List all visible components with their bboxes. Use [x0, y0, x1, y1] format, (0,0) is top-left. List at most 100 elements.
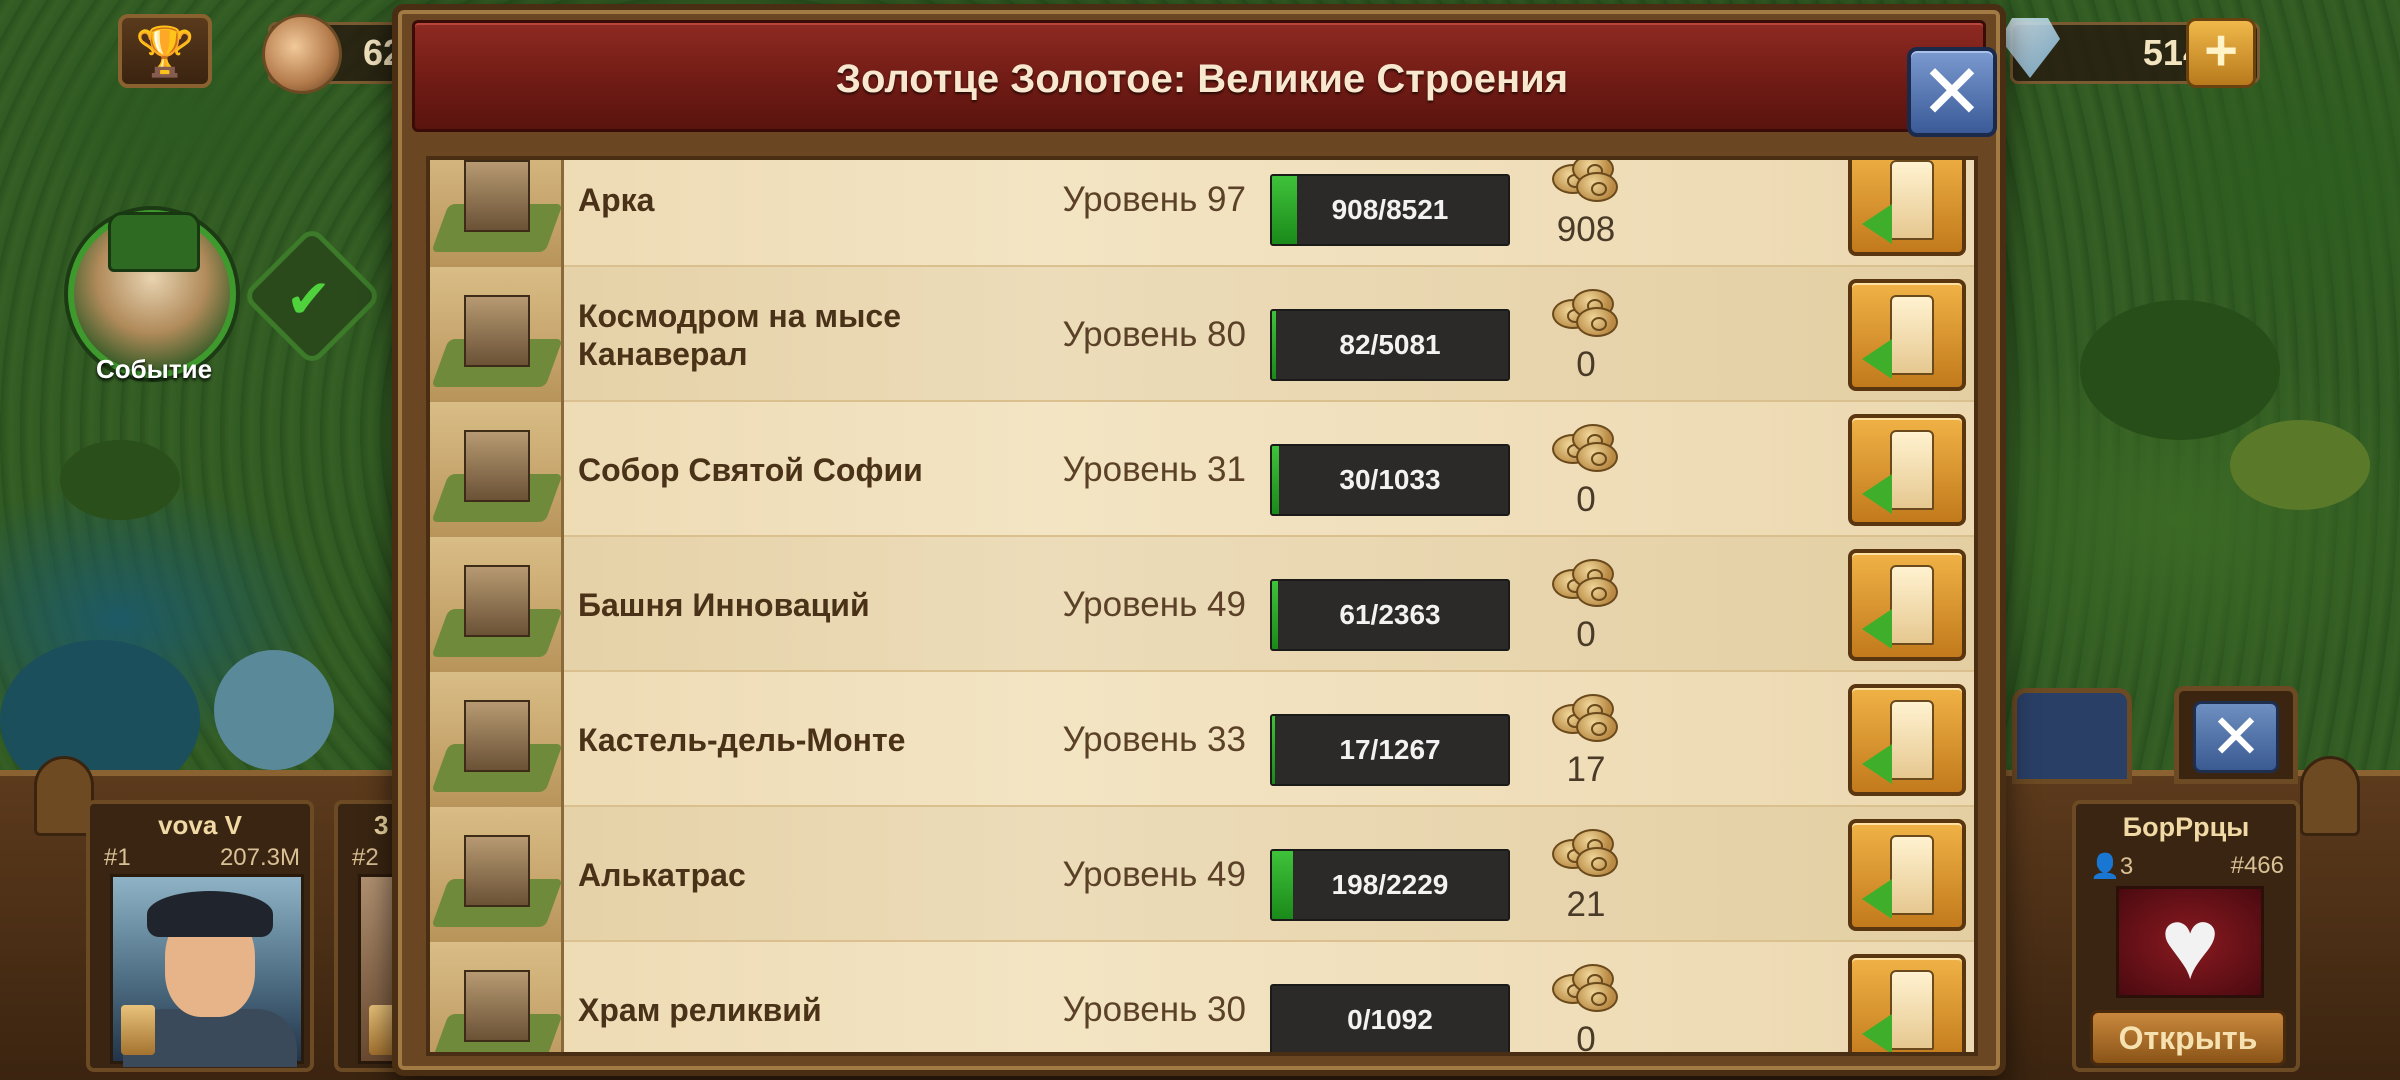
building-row: Храм реликвий Уровень 30 0/1092 0 — [430, 942, 1974, 1056]
arrow-left-icon — [1862, 204, 1892, 244]
guild-name: БорРрцы — [2122, 812, 2250, 842]
checkmark-icon: ✔ — [285, 269, 332, 330]
reward-value: 0 — [1576, 345, 1596, 384]
contribute-button[interactable] — [1848, 414, 1966, 526]
forge-points-coins-icon — [1550, 825, 1620, 877]
tower-icon — [1890, 835, 1934, 915]
heart-icon: ♥ — [2116, 886, 2264, 999]
tower-icon — [1890, 700, 1934, 780]
progress-text: 61/2363 — [1339, 599, 1441, 630]
close-icon: ✕ — [2193, 701, 2279, 773]
building-name: Космодром на мысе Канаверал — [578, 297, 901, 372]
guild-rank: #466 — [2230, 852, 2284, 879]
building-row: Арка Уровень 97 908/8521 908 — [430, 160, 1974, 267]
tower-icon — [1890, 430, 1934, 510]
building-icon — [464, 430, 530, 502]
ornament-left — [34, 756, 94, 836]
reward-value: 21 — [1566, 885, 1606, 924]
building-icon — [464, 835, 530, 907]
event-complete-badge[interactable]: ✔ — [241, 225, 383, 367]
building-thumbnail[interactable] — [430, 807, 564, 942]
arrow-left-icon — [1862, 474, 1892, 514]
close-panel-button[interactable]: ✕ — [2174, 686, 2298, 784]
contribute-button[interactable] — [1848, 160, 1966, 256]
contribute-button[interactable] — [1848, 819, 1966, 931]
building-name: Кастель-дель-Монте — [578, 721, 906, 758]
reward-value: 908 — [1556, 210, 1616, 249]
modal-title: Золотце Золотое: Великие Строения — [835, 57, 1569, 101]
open-button[interactable]: Открыть — [2090, 1010, 2286, 1066]
arrow-left-icon — [1862, 1014, 1892, 1052]
tower-icon — [1890, 565, 1934, 645]
building-row: Башня Инноваций Уровень 49 61/2363 0 — [430, 537, 1974, 672]
building-thumbnail[interactable] — [430, 267, 564, 402]
event-button[interactable] — [68, 210, 236, 378]
buy-diamonds-button[interactable]: + — [2186, 18, 2256, 88]
trophy-button[interactable]: 🏆 — [118, 14, 212, 88]
building-name: Башня Инноваций — [578, 586, 870, 623]
building-row: Собор Святой Софии Уровень 31 30/1033 0 — [430, 402, 1974, 537]
building-name: Храм реликвий — [578, 991, 822, 1028]
building-thumbnail[interactable] — [430, 942, 564, 1052]
forge-points-coins-icon — [1550, 555, 1620, 607]
player-avatar — [110, 874, 304, 1067]
reward-value: 0 — [1576, 615, 1596, 654]
tab-friends[interactable] — [2012, 688, 2132, 784]
building-thumbnail[interactable] — [430, 672, 564, 807]
forge-points-coins-icon — [1550, 960, 1620, 1012]
player-card-1[interactable]: vova V #1 207.3M — [86, 800, 314, 1072]
building-level: Уровень 49 — [1062, 854, 1246, 894]
trophy-icon: 🏆 — [135, 25, 195, 79]
reward-value: 0 — [1576, 480, 1596, 519]
arrow-left-icon — [1862, 609, 1892, 649]
map-tree-cluster — [2080, 300, 2280, 440]
building-thumbnail[interactable] — [430, 402, 564, 537]
reward-value: 0 — [1576, 1020, 1596, 1056]
close-button[interactable]: ✕ — [1907, 47, 1997, 137]
building-level: Уровень 33 — [1062, 719, 1246, 759]
player-name: vova V — [158, 810, 242, 840]
avatar-hat — [147, 891, 273, 937]
tower-icon — [1890, 295, 1934, 375]
progress-text: 17/1267 — [1339, 734, 1441, 765]
building-thumbnail[interactable] — [430, 537, 564, 672]
contribute-button[interactable] — [1848, 279, 1966, 391]
building-level: Уровень 97 — [1062, 179, 1246, 219]
event-character-hat-icon — [108, 212, 200, 272]
tower-icon — [1890, 970, 1934, 1050]
arrow-left-icon — [1862, 339, 1892, 379]
contribute-button[interactable] — [1848, 954, 1966, 1052]
forge-points-coins-icon — [1550, 285, 1620, 337]
great-building-icon — [121, 1005, 155, 1055]
progress-bar: 30/1033 — [1270, 444, 1510, 516]
progress-text: 82/5081 — [1339, 329, 1441, 360]
player-score: 207.3M — [219, 844, 300, 871]
progress-text: 0/1092 — [1347, 1004, 1433, 1035]
map-field — [2230, 420, 2370, 510]
building-thumbnail[interactable] — [430, 160, 564, 267]
close-icon: ✕ — [1920, 50, 1984, 135]
population-icon — [262, 14, 342, 94]
forge-points-coins-icon — [1550, 420, 1620, 472]
building-name: Алькатрас — [578, 856, 746, 893]
forge-points-coins-icon — [1550, 690, 1620, 742]
guild-members-count: 3 — [2119, 853, 2134, 880]
progress-bar: 82/5081 — [1270, 309, 1510, 381]
reward-value: 17 — [1566, 750, 1606, 789]
building-icon — [464, 565, 530, 637]
modal-header: Золотце Золотое: Великие Строения ✕ — [412, 20, 1997, 137]
building-icon — [464, 700, 530, 772]
guild-card[interactable]: БорРрцы 👤3 #466 ♥ Открыть — [2072, 800, 2300, 1072]
buildings-list[interactable]: Арка Уровень 97 908/8521 908 Космодром н… — [426, 156, 1978, 1056]
forge-points-coins-icon — [1550, 160, 1620, 202]
arrow-left-icon — [1862, 744, 1892, 784]
tower-icon — [1890, 160, 1934, 240]
building-name: Арка — [578, 181, 655, 218]
contribute-button[interactable] — [1848, 684, 1966, 796]
progress-bar: 198/2229 — [1270, 849, 1510, 921]
contribute-button[interactable] — [1848, 549, 1966, 661]
progress-text: 30/1033 — [1339, 464, 1441, 495]
building-row: Космодром на мысе Канаверал Уровень 80 8… — [430, 267, 1974, 402]
building-row: Кастель-дель-Монте Уровень 33 17/1267 17 — [430, 672, 1974, 807]
progress-bar: 61/2363 — [1270, 579, 1510, 651]
